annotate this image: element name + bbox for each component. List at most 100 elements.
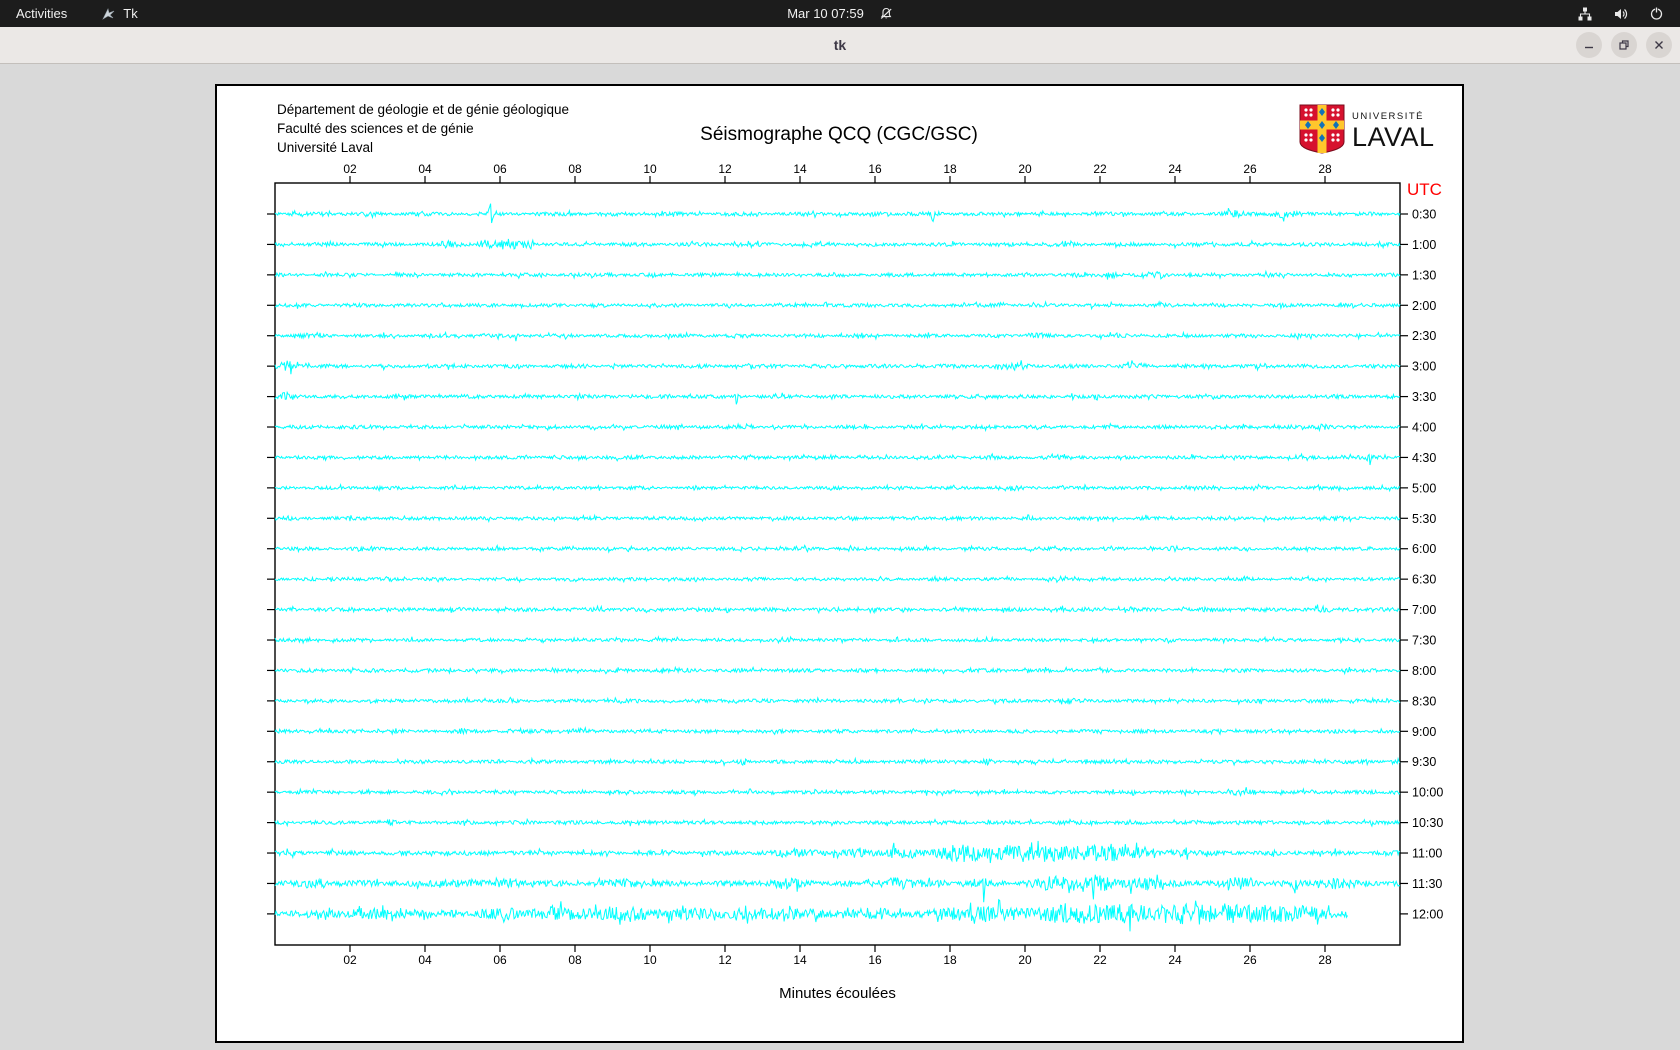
trace-row-11-30 — [275, 875, 1400, 903]
row-time-label: 8:30 — [1412, 694, 1436, 708]
row-time-label: 7:00 — [1412, 603, 1436, 617]
row-time-label: 9:30 — [1412, 755, 1436, 769]
trace-row-5-00 — [275, 485, 1400, 491]
trace-row-0-30 — [275, 204, 1400, 223]
power-icon[interactable] — [1649, 6, 1664, 21]
x-tick-label-bottom: 14 — [793, 953, 807, 967]
x-tick-label-bottom: 06 — [493, 953, 507, 967]
notifications-off-icon — [879, 7, 893, 21]
x-tick-label-bottom: 26 — [1243, 953, 1257, 967]
trace-row-8-30 — [275, 697, 1400, 704]
row-time-label: 10:30 — [1412, 816, 1443, 830]
app-menu-label: Tk — [123, 6, 137, 21]
trace-row-6-30 — [275, 576, 1400, 582]
row-time-label: 2:00 — [1412, 299, 1436, 313]
x-tick-label-bottom: 10 — [643, 953, 657, 967]
trace-row-9-00 — [275, 728, 1400, 735]
x-tick-label-top: 06 — [493, 162, 507, 176]
x-tick-label-top: 16 — [868, 162, 882, 176]
row-time-label: 9:00 — [1412, 725, 1436, 739]
row-time-label: 0:30 — [1412, 208, 1436, 222]
row-time-label: 2:30 — [1412, 329, 1436, 343]
x-tick-label-top: 12 — [718, 162, 732, 176]
x-tick-label-top: 22 — [1093, 162, 1107, 176]
row-time-label: 10:00 — [1412, 786, 1443, 800]
gnome-top-bar: Activities Tk Mar 10 07:59 — [0, 0, 1680, 27]
row-time-label: 12:00 — [1412, 907, 1443, 921]
utc-label: UTC — [1407, 180, 1442, 199]
seismograph-canvas: Département de géologie et de génie géol… — [215, 84, 1464, 1043]
x-tick-label-top: 24 — [1168, 162, 1182, 176]
trace-row-2-30 — [275, 332, 1400, 341]
window-titlebar[interactable]: tk — [0, 27, 1680, 64]
row-time-label: 5:00 — [1412, 481, 1436, 495]
x-tick-label-top: 26 — [1243, 162, 1257, 176]
trace-row-7-00 — [275, 605, 1400, 613]
row-time-label: 3:30 — [1412, 390, 1436, 404]
x-tick-label-top: 04 — [418, 162, 432, 176]
x-tick-label-top: 08 — [568, 162, 582, 176]
x-tick-label-bottom: 12 — [718, 953, 732, 967]
x-tick-label-bottom: 18 — [943, 953, 957, 967]
row-time-label: 6:30 — [1412, 573, 1436, 587]
trace-row-9-30 — [275, 759, 1400, 766]
network-icon[interactable] — [1577, 6, 1593, 22]
row-time-label: 11:00 — [1412, 847, 1442, 861]
trace-row-8-00 — [275, 667, 1400, 674]
trace-row-7-30 — [275, 637, 1400, 644]
row-time-label: 5:30 — [1412, 512, 1436, 526]
trace-row-1-00 — [275, 239, 1400, 249]
trace-row-10-00 — [275, 787, 1400, 796]
restore-button[interactable] — [1611, 32, 1637, 58]
trace-row-1-30 — [275, 271, 1400, 279]
row-time-label: 3:00 — [1412, 360, 1436, 374]
x-tick-label-top: 02 — [343, 162, 357, 176]
x-tick-label-bottom: 28 — [1318, 953, 1332, 967]
tk-app-icon — [101, 6, 116, 21]
x-axis-title: Minutes écoulées — [779, 985, 896, 1002]
row-time-label: 8:00 — [1412, 664, 1436, 678]
activities-label: Activities — [16, 6, 67, 21]
minimize-button[interactable] — [1576, 32, 1602, 58]
trace-row-4-30 — [275, 454, 1400, 465]
row-time-label: 4:00 — [1412, 421, 1436, 435]
trace-row-11-00 — [275, 841, 1400, 863]
x-tick-label-top: 28 — [1318, 162, 1332, 176]
trace-row-10-30 — [275, 819, 1400, 826]
volume-icon[interactable] — [1613, 6, 1629, 22]
row-time-label: 1:00 — [1412, 238, 1436, 252]
x-tick-label-top: 10 — [643, 162, 657, 176]
x-tick-label-top: 20 — [1018, 162, 1032, 176]
close-button[interactable] — [1646, 32, 1672, 58]
x-tick-label-top: 14 — [793, 162, 807, 176]
desktop: Activities Tk Mar 10 07:59 — [0, 0, 1680, 1050]
trace-row-12-00 — [275, 900, 1348, 932]
x-tick-label-bottom: 16 — [868, 953, 882, 967]
row-time-label: 1:30 — [1412, 268, 1436, 282]
plot-border — [275, 183, 1400, 945]
x-tick-label-top: 18 — [943, 162, 957, 176]
x-tick-label-bottom: 08 — [568, 953, 582, 967]
tk-window-body: Département de géologie et de génie géol… — [0, 65, 1680, 1050]
x-tick-label-bottom: 04 — [418, 953, 432, 967]
x-tick-label-bottom: 22 — [1093, 953, 1107, 967]
trace-row-2-00 — [275, 302, 1400, 309]
trace-row-5-30 — [275, 515, 1400, 522]
row-time-label: 4:30 — [1412, 451, 1436, 465]
row-time-label: 11:30 — [1412, 877, 1442, 891]
clock-menu[interactable]: Mar 10 07:59 — [787, 0, 893, 27]
x-tick-label-bottom: 24 — [1168, 953, 1182, 967]
row-time-label: 6:00 — [1412, 542, 1436, 556]
x-tick-label-bottom: 02 — [343, 953, 357, 967]
row-time-label: 7:30 — [1412, 634, 1436, 648]
trace-row-4-00 — [275, 424, 1400, 431]
app-menu[interactable]: Tk — [101, 0, 137, 27]
seismogram-plot: 02 02 04 04 06 06 08 08 10 10 12 12 14 14 16 16 18 18 20 20… — [217, 86, 1462, 1041]
clock-label: Mar 10 07:59 — [787, 6, 864, 21]
trace-row-3-30 — [275, 392, 1400, 404]
x-tick-label-bottom: 20 — [1018, 953, 1032, 967]
trace-row-6-00 — [275, 545, 1400, 552]
activities-button[interactable]: Activities — [16, 0, 67, 27]
trace-row-3-00 — [275, 360, 1400, 374]
window-title: tk — [834, 37, 846, 53]
